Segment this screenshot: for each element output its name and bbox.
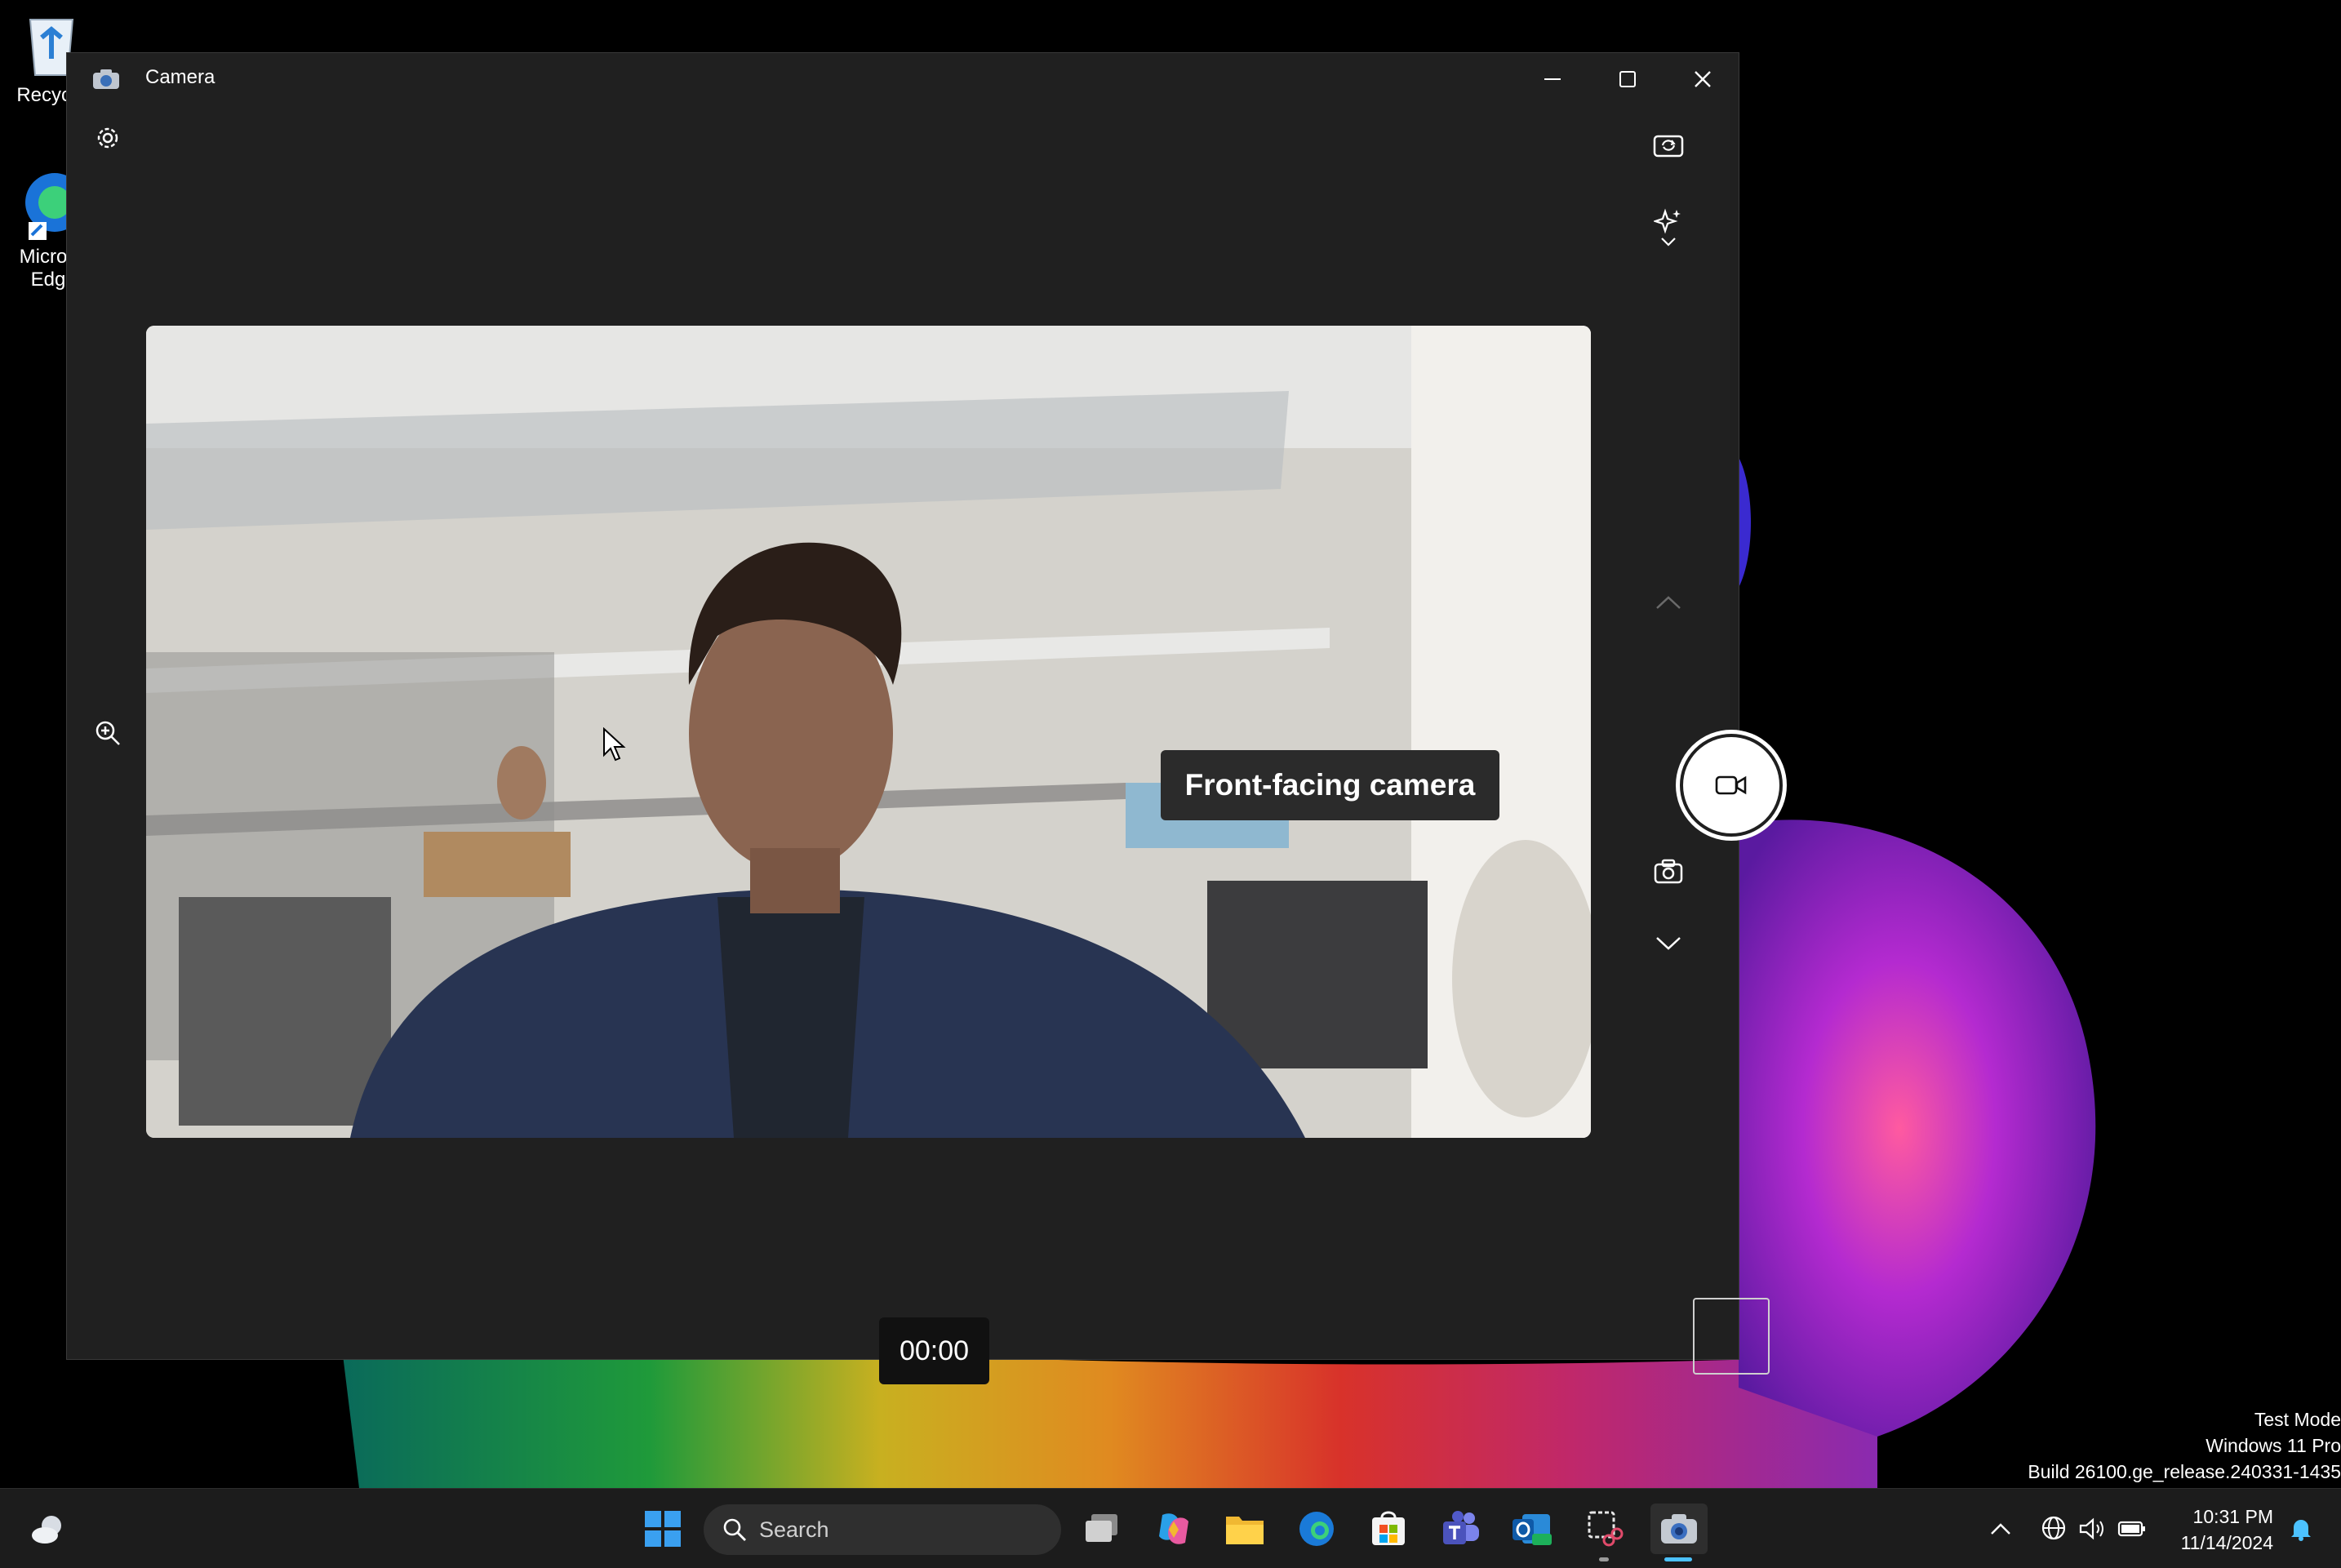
shutter-face [1683,737,1779,833]
photo-mode-icon [1654,859,1683,884]
watermark-line1: Test Mode [2254,1409,2341,1430]
chevron-down-icon [1661,238,1676,247]
video-mode-icon [1715,775,1747,795]
outlook-new-icon [1513,1514,1552,1545]
store-icon [1372,1511,1405,1545]
taskbar: Search 10:31 PM 11/14/2024 [0,1488,2341,1568]
chevron-up-icon [1656,596,1681,609]
notifications-button[interactable] [2279,1504,2323,1554]
camera-app-icon [93,69,119,89]
photo-mode-button[interactable] [1646,849,1691,895]
camera-icon [1661,1514,1697,1544]
teams-icon [1443,1511,1479,1544]
switch-camera-icon [1653,135,1684,158]
show-hidden-icons-icon [1991,1523,2010,1535]
minimize-icon [1544,78,1561,80]
watermark-line3: Build 26100.ge_release.240331-1435 [2028,1461,2341,1482]
effects-sparkle-icon [1654,208,1681,234]
maximize-icon [1619,71,1636,87]
battery-button[interactable] [2110,1504,2154,1554]
file-explorer-icon [1226,1517,1264,1544]
settings-button[interactable] [90,120,126,156]
zoom-in-icon [96,721,120,745]
zoom-button[interactable] [90,715,126,751]
widgets-weather-icon [32,1516,61,1544]
start-icon [645,1511,681,1547]
start-button[interactable] [637,1504,688,1554]
watermark-line2: Windows 11 Pro [2206,1435,2341,1456]
settings-gear-icon [97,127,118,149]
record-video-button[interactable] [1676,730,1787,841]
mouse-cursor-icon [603,727,626,762]
clock-date: 11/14/2024 [2180,1532,2273,1553]
chevron-down-icon [1656,937,1681,950]
edge-taskbar-button[interactable] [1291,1504,1342,1554]
volume-button[interactable] [2070,1504,2114,1554]
edge-icon [1299,1512,1334,1546]
last-capture-thumbnail[interactable] [1693,1298,1770,1375]
camera-active-indicator [1664,1557,1692,1561]
search-placeholder: Search [759,1517,829,1542]
camera-window: Camera Front-facing camera 00:00 [66,52,1787,1384]
show-hidden-icons-button[interactable] [1979,1504,2023,1554]
network-globe-icon [2041,1516,2066,1540]
store-button[interactable] [1363,1504,1414,1554]
taskbar-clock[interactable]: 10:31 PM 11/14/2024 [2155,1504,2273,1556]
mode-down-button[interactable] [1646,925,1691,961]
file-explorer-button[interactable] [1219,1504,1270,1554]
snipping-tool-running-indicator [1599,1557,1609,1561]
camera-feed-image [146,326,1591,1138]
clock-time: 10:31 PM [2192,1506,2273,1527]
maximize-button[interactable] [1590,53,1665,105]
snipping-tool-button[interactable] [1579,1504,1629,1554]
window-title: Camera [145,66,215,88]
title-bar[interactable]: Camera [67,53,1739,105]
close-icon [1695,71,1711,87]
effects-button[interactable] [1646,197,1691,259]
copilot-icon [1159,1513,1188,1544]
search-icon [723,1518,746,1541]
snipping-tool-icon [1588,1511,1624,1547]
task-view-button[interactable] [1077,1504,1127,1554]
recording-timer: 00:00 [879,1317,989,1384]
camera-taskbar-button[interactable] [1650,1504,1708,1554]
widgets-button[interactable] [23,1504,73,1554]
minimize-button[interactable] [1515,53,1590,105]
volume-icon [2079,1517,2103,1540]
copilot-button[interactable] [1148,1504,1199,1554]
outlook-button[interactable] [1507,1504,1557,1554]
mode-up-button[interactable] [1646,585,1691,621]
teams-button[interactable] [1435,1504,1486,1554]
task-view-icon [1086,1514,1117,1542]
notification-bell-icon [2291,1520,2311,1541]
taskbar-search-box[interactable]: Search [704,1504,1061,1555]
switch-camera-button[interactable] [1646,122,1691,168]
camera-viewfinder[interactable] [146,326,1591,1138]
battery-icon [2117,1521,2145,1537]
front-facing-camera-tooltip: Front-facing camera [1161,750,1499,820]
close-button[interactable] [1665,53,1740,105]
